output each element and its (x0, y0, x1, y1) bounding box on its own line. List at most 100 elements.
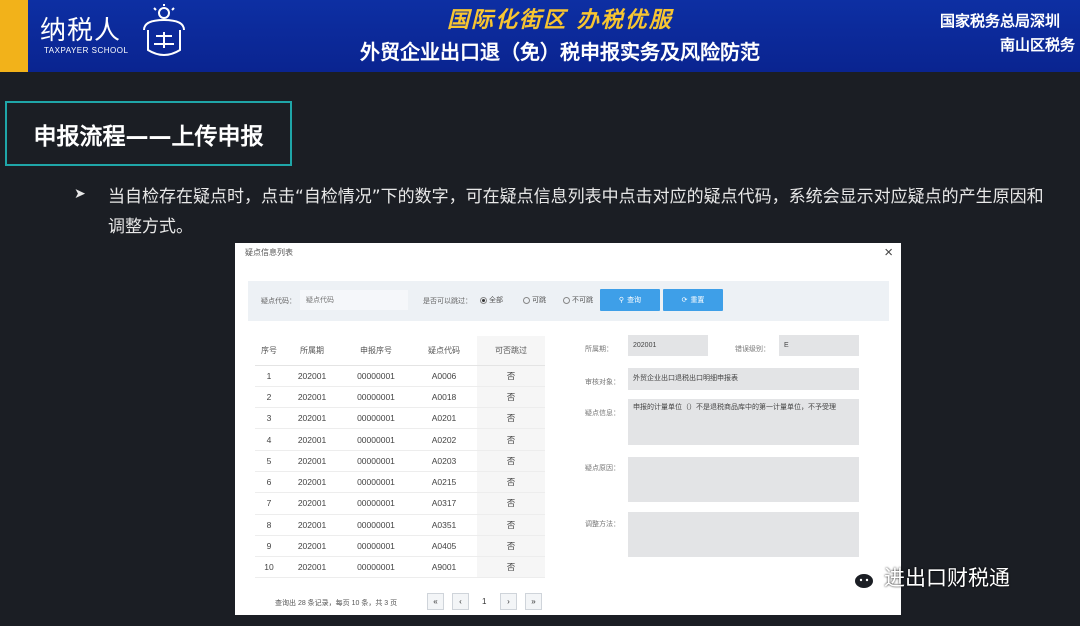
table-row[interactable]: 4 202001 00000001 A0202 否 (255, 428, 545, 451)
table-cell: 5 (255, 450, 283, 472)
doubt-code-cell[interactable]: A9001 (411, 556, 477, 579)
table-row[interactable]: 7 202001 00000001 A0317 否 (255, 492, 545, 515)
doubt-code-cell[interactable]: A0203 (411, 450, 477, 472)
bullet-arrow-icon: ➤ (74, 186, 86, 202)
course-title: 外贸企业出口退（免）税申报实务及风险防范 (360, 40, 760, 64)
current-page: 1 (482, 597, 487, 606)
school-emblem-icon (143, 4, 185, 56)
dialog-title: 疑点信息列表 (245, 248, 293, 257)
code-label: 疑点代码： (261, 298, 296, 305)
table-cell: 否 (477, 407, 545, 430)
prev-page-button[interactable]: ‹ (452, 593, 469, 610)
doubt-reason-field (628, 457, 859, 502)
table-row[interactable]: 8 202001 00000001 A0351 否 (255, 514, 545, 536)
table-cell: 8 (255, 514, 283, 536)
table-cell: 否 (477, 535, 545, 558)
table-cell: 202001 (283, 556, 341, 579)
table-cell: 否 (477, 365, 545, 387)
doubt-code-cell[interactable]: A0351 (411, 514, 477, 536)
table-cell: 00000001 (341, 386, 411, 409)
col-header: 所属期 (283, 336, 341, 366)
table-cell: 00000001 (341, 428, 411, 451)
table-cell: 00000001 (341, 492, 411, 515)
table-row[interactable]: 5 202001 00000001 A0203 否 (255, 450, 545, 472)
table-cell: 00000001 (341, 450, 411, 472)
table-cell: 202001 (283, 407, 341, 430)
table-cell: 7 (255, 492, 283, 515)
adjust-method-label: 调整方法： (585, 521, 620, 528)
period-field: 202001 (628, 335, 708, 356)
logo-subtitle: TAXPAYER SCHOOL (44, 46, 129, 55)
watermark: 进出口财税通 (838, 562, 1010, 592)
first-page-button[interactable]: « (427, 593, 444, 610)
header-banner: 纳税人 TAXPAYER SCHOOL 国际化街区 办税优服 外贸企业出口退（免… (0, 0, 1080, 72)
table-cell: 否 (477, 492, 545, 515)
query-button[interactable]: ⚲ 查询 (600, 289, 660, 311)
table-row[interactable]: 9 202001 00000001 A0405 否 (255, 535, 545, 558)
doubt-reason-label: 疑点原因： (585, 465, 620, 472)
doubt-code-cell[interactable]: A0018 (411, 386, 477, 409)
col-header: 可否跳过 (477, 336, 545, 366)
radio-checked-icon (480, 296, 487, 304)
radio-skippable[interactable]: 可跳 (523, 295, 546, 305)
table-cell: 9 (255, 535, 283, 558)
table-cell: 否 (477, 386, 545, 409)
section-heading: 申报流程——上传申报 (5, 101, 292, 166)
error-level-field: E (779, 335, 859, 356)
audit-object-label: 审核对象： (585, 379, 620, 386)
table-cell: 202001 (283, 386, 341, 409)
error-level-label: 错误级别： (735, 346, 770, 353)
doubt-list-table: 序号 所属期 申报序号 疑点代码 可否跳过 1 202001 00000001 A00… (255, 336, 545, 579)
table-cell: 202001 (283, 428, 341, 451)
table-row[interactable]: 1 202001 00000001 A0006 否 (255, 365, 545, 387)
radio-not-skippable[interactable]: 不可跳 (563, 295, 593, 305)
table-cell: 00000001 (341, 407, 411, 430)
table-cell: 否 (477, 514, 545, 536)
refresh-icon: ⟳ (681, 297, 688, 304)
doubt-code-cell[interactable]: A0006 (411, 365, 477, 387)
table-cell: 否 (477, 450, 545, 472)
table-cell: 否 (477, 471, 545, 494)
table-cell: 202001 (283, 514, 341, 536)
banner-accent-strip (0, 0, 28, 72)
doubt-code-cell[interactable]: A0405 (411, 535, 477, 558)
close-icon[interactable]: × (884, 244, 893, 261)
doubt-code-input[interactable] (300, 290, 408, 310)
last-page-button[interactable]: » (525, 593, 542, 610)
reset-button[interactable]: ⟳ 重置 (663, 289, 723, 311)
doubt-info-field: 申报的计量单位（）不是退税商品库中的第一计量单位，不予受理 (628, 399, 859, 445)
table-cell: 00000001 (341, 365, 411, 387)
table-cell: 6 (255, 471, 283, 494)
doubt-code-cell[interactable]: A0201 (411, 407, 477, 430)
doubt-code-cell[interactable]: A0317 (411, 492, 477, 515)
watermark-text: 进出口财税通 (884, 566, 1010, 590)
table-row[interactable]: 3 202001 00000001 A0201 否 (255, 407, 545, 430)
doubt-code-cell[interactable]: A0202 (411, 428, 477, 451)
section-heading-text: 申报流程——上传申报 (33, 123, 264, 150)
table-row[interactable]: 2 202001 00000001 A0018 否 (255, 386, 545, 409)
radio-all[interactable]: 全部 (480, 295, 503, 305)
org-name-line2: 南山区税务 (1000, 36, 1076, 54)
table-cell: 00000001 (341, 471, 411, 494)
table-cell: 否 (477, 428, 545, 451)
wechat-icon (840, 564, 875, 590)
table-row[interactable]: 10 202001 00000001 A9001 否 (255, 556, 545, 579)
col-header: 申报序号 (341, 336, 411, 366)
slogan: 国际化街区 办税优服 (447, 7, 673, 33)
logo-text: 纳税人 (40, 16, 122, 46)
doubt-code-cell[interactable]: A0215 (411, 471, 477, 494)
next-page-button[interactable]: › (500, 593, 517, 610)
table-cell: 4 (255, 428, 283, 451)
table-cell: 202001 (283, 471, 341, 494)
doubt-info-label: 疑点信息： (585, 410, 620, 417)
audit-object-field: 外贸企业出口退税出口明细申报表 (628, 368, 859, 390)
org-name-line1: 国家税务总局深圳 (940, 12, 1061, 30)
pass-label: 是否可以跳过： (423, 298, 472, 305)
table-row[interactable]: 6 202001 00000001 A0215 否 (255, 471, 545, 494)
table-cell: 00000001 (341, 535, 411, 558)
table-cell: 2 (255, 386, 283, 409)
adjust-method-field (628, 512, 859, 557)
table-cell: 202001 (283, 450, 341, 472)
col-header: 序号 (255, 336, 283, 366)
table-cell: 202001 (283, 492, 341, 515)
